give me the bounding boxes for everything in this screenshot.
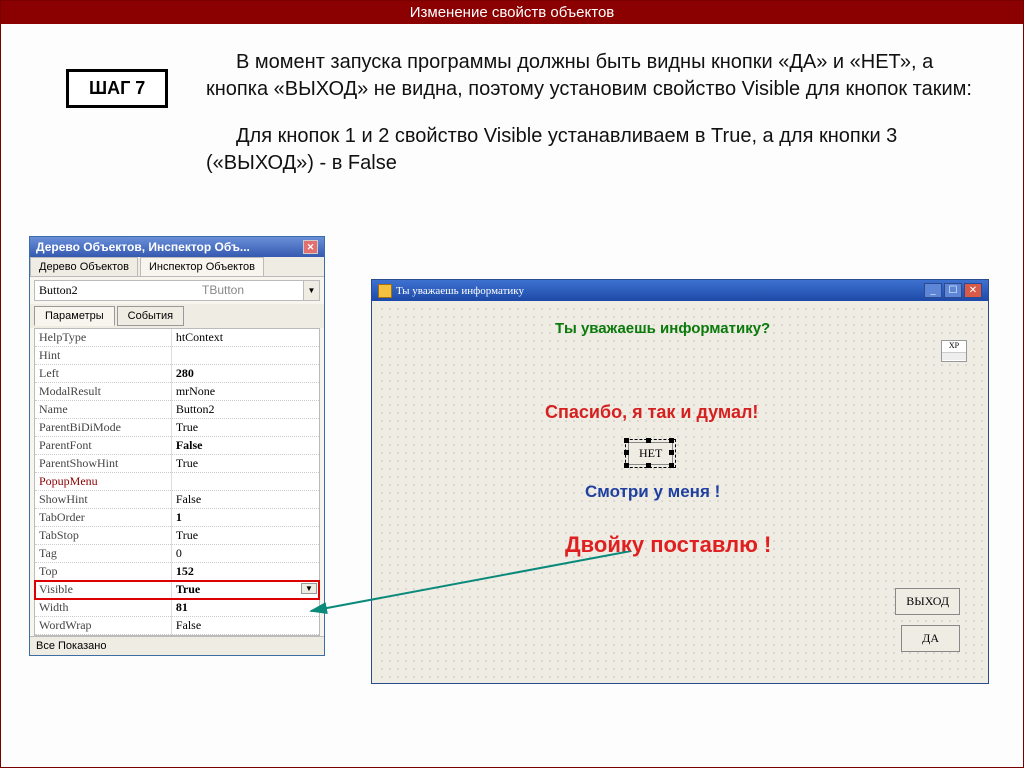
property-name: ParentBiDiMode — [35, 419, 171, 437]
property-row[interactable]: ShowHintFalse — [35, 491, 319, 509]
property-name: Top — [35, 563, 171, 581]
resize-handle[interactable] — [669, 438, 674, 443]
button-yes[interactable]: ДА — [901, 625, 960, 652]
resize-handle[interactable] — [669, 463, 674, 468]
dropdown-icon[interactable]: ▼ — [303, 281, 319, 300]
property-value[interactable]: 0 — [171, 545, 319, 563]
resize-handle[interactable] — [646, 463, 651, 468]
step-badge: ШАГ 7 — [66, 69, 168, 108]
property-row[interactable]: Tag0 — [35, 545, 319, 563]
object-inspector-window: Дерево Объектов, Инспектор Объ... ✕ Дере… — [29, 236, 325, 656]
property-value[interactable]: False — [171, 617, 319, 635]
property-value[interactable]: True — [171, 419, 319, 437]
object-name-input[interactable] — [35, 281, 198, 300]
property-value[interactable]: 152 — [171, 563, 319, 581]
property-row[interactable]: TabStopTrue — [35, 527, 319, 545]
property-name: PopupMenu — [35, 473, 171, 491]
design-form-window: Ты уважаешь информатику _ ☐ ✕ Ты уважаеш… — [371, 279, 989, 684]
form-title-text: Ты уважаешь информатику — [396, 285, 524, 297]
property-name: TabOrder — [35, 509, 171, 527]
property-name: TabStop — [35, 527, 171, 545]
property-value[interactable]: 81 — [171, 599, 319, 617]
property-name: ModalResult — [35, 383, 171, 401]
label-two[interactable]: Двойку поставлю ! — [565, 532, 771, 558]
property-name: Width — [35, 599, 171, 617]
tab-properties[interactable]: Параметры — [34, 306, 115, 326]
property-value[interactable]: False — [171, 437, 319, 455]
maximize-icon[interactable]: ☐ — [944, 283, 962, 298]
resize-handle[interactable] — [669, 450, 674, 455]
property-row[interactable]: ModalResultmrNone — [35, 383, 319, 401]
tab-events[interactable]: События — [117, 306, 184, 326]
property-row[interactable]: ParentShowHintTrue — [35, 455, 319, 473]
property-value[interactable]: 1 — [171, 509, 319, 527]
property-row[interactable]: Width81 — [35, 599, 319, 617]
form-titlebar[interactable]: Ты уважаешь информатику _ ☐ ✕ — [372, 280, 988, 301]
inspector-titlebar[interactable]: Дерево Объектов, Инспектор Объ... ✕ — [30, 237, 324, 257]
minimize-icon[interactable]: _ — [924, 283, 942, 298]
inspector-footer: Все Показано — [30, 636, 324, 655]
xp-style-box[interactable]: XP — [941, 340, 967, 362]
paragraph-1: В момент запуска программы должны быть в… — [206, 49, 983, 103]
object-selector[interactable]: TButton ▼ — [34, 280, 320, 301]
property-value[interactable]: False — [171, 491, 319, 509]
paragraph-2: Для кнопок 1 и 2 свойство Visible устана… — [206, 123, 983, 177]
object-type-label: TButton — [198, 281, 303, 300]
button-no[interactable]: НЕТ — [628, 442, 673, 465]
app-icon — [378, 284, 392, 298]
resize-handle[interactable] — [624, 438, 629, 443]
property-row[interactable]: WordWrapFalse — [35, 617, 319, 635]
label-question[interactable]: Ты уважаешь информатику? — [555, 320, 770, 337]
property-value[interactable]: 280 — [171, 365, 319, 383]
property-row[interactable]: TabOrder1 — [35, 509, 319, 527]
property-name: Hint — [35, 347, 171, 365]
property-name: ShowHint — [35, 491, 171, 509]
label-thanks[interactable]: Спасибо, я так и думал! — [545, 402, 758, 423]
property-row[interactable]: Top152 — [35, 563, 319, 581]
property-row[interactable]: NameButton2 — [35, 401, 319, 419]
tab-object-inspector[interactable]: Инспектор Объектов — [140, 257, 264, 276]
property-row[interactable]: Hint — [35, 347, 319, 365]
property-name: Left — [35, 365, 171, 383]
inspector-title-text: Дерево Объектов, Инспектор Объ... — [36, 240, 250, 254]
xp-label: XP — [949, 341, 959, 350]
close-icon[interactable]: ✕ — [303, 240, 318, 254]
resize-handle[interactable] — [624, 463, 629, 468]
label-look[interactable]: Смотри у меня ! — [585, 482, 720, 502]
property-value[interactable] — [171, 347, 319, 365]
property-row[interactable]: ParentBiDiModeTrue — [35, 419, 319, 437]
property-value[interactable]: htContext — [171, 329, 319, 347]
property-value[interactable] — [171, 473, 319, 491]
property-row[interactable]: Left280 — [35, 365, 319, 383]
property-name: Visible — [35, 581, 171, 599]
property-value[interactable]: True — [171, 527, 319, 545]
property-name: WordWrap — [35, 617, 171, 635]
property-value[interactable]: mrNone — [171, 383, 319, 401]
close-icon[interactable]: ✕ — [964, 283, 982, 298]
property-grid[interactable]: HelpTypehtContextHintLeft280ModalResultm… — [34, 328, 320, 636]
page-header: Изменение свойств объектов — [1, 1, 1023, 24]
resize-handle[interactable] — [646, 438, 651, 443]
form-canvas[interactable]: Ты уважаешь информатику? XP Спасибо, я т… — [375, 302, 985, 680]
tab-object-tree[interactable]: Дерево Объектов — [30, 257, 138, 276]
property-name: ParentShowHint — [35, 455, 171, 473]
property-row[interactable]: VisibleTrue — [35, 581, 319, 599]
property-name: HelpType — [35, 329, 171, 347]
property-row[interactable]: PopupMenu — [35, 473, 319, 491]
button-exit[interactable]: ВЫХОД — [895, 588, 960, 615]
property-name: Name — [35, 401, 171, 419]
property-row[interactable]: HelpTypehtContext — [35, 329, 319, 347]
property-value[interactable]: True — [171, 581, 319, 599]
property-value[interactable]: Button2 — [171, 401, 319, 419]
property-name: Tag — [35, 545, 171, 563]
property-value[interactable]: True — [171, 455, 319, 473]
resize-handle[interactable] — [624, 450, 629, 455]
property-row[interactable]: ParentFontFalse — [35, 437, 319, 455]
property-name: ParentFont — [35, 437, 171, 455]
